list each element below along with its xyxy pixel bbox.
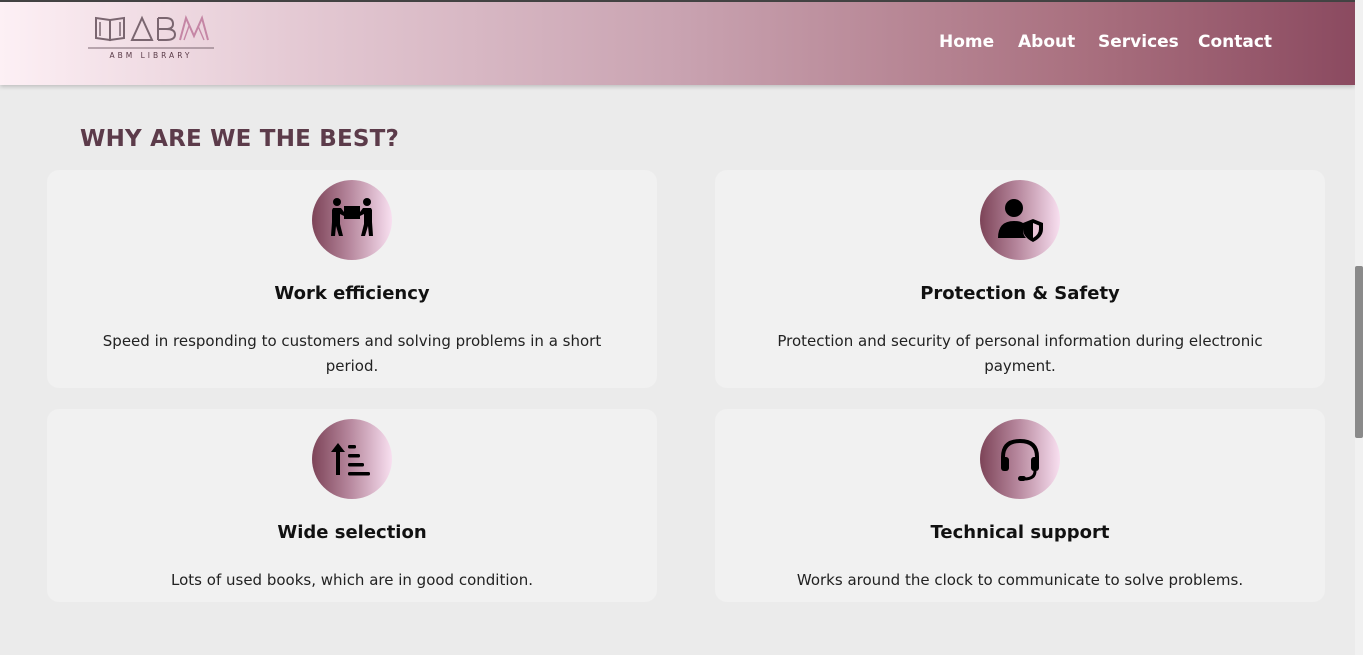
user-shield-icon	[998, 199, 1043, 242]
feature-title: Wide selection	[277, 522, 427, 543]
feature-description: Protection and security of personal info…	[777, 332, 1263, 375]
feature-card-technical-support: Technical support Works around the clock…	[715, 409, 1325, 602]
feature-description: Works around the clock to communicate to…	[796, 571, 1244, 589]
feature-icon-circle	[980, 419, 1060, 499]
scrollbar-thumb[interactable]	[1355, 266, 1363, 438]
section-title: WHY ARE WE THE BEST?	[80, 126, 400, 152]
nav-home-link[interactable]: Home	[939, 32, 994, 52]
headset-icon	[1001, 438, 1039, 481]
nav-about-link[interactable]: About	[1018, 32, 1075, 52]
feature-icon-circle	[980, 180, 1060, 260]
nav-services-link[interactable]: Services	[1098, 32, 1179, 52]
navbar: ABM LIBRARY Home About Services Contact	[0, 2, 1355, 85]
feature-card-wide-selection: Wide selection Lots of used books, which…	[47, 409, 657, 602]
feature-card-work-efficiency: Work efficiency Speed in responding to c…	[47, 170, 657, 388]
feature-description: Speed in responding to customers and sol…	[102, 332, 602, 375]
feature-icon-circle	[312, 419, 392, 499]
logo-subtitle: ABM LIBRARY	[109, 51, 193, 60]
feature-card-protection-safety: Protection & Safety Protection and secur…	[715, 170, 1325, 388]
feature-title: Technical support	[930, 522, 1110, 543]
feature-description: Lots of used books, which are in good co…	[171, 571, 533, 589]
nav-contact-link[interactable]: Contact	[1198, 32, 1272, 52]
sort-ascending-list-icon	[331, 443, 370, 476]
people-carrying-box-icon	[331, 198, 373, 236]
feature-title: Protection & Safety	[920, 283, 1120, 304]
feature-icon-circle	[312, 180, 392, 260]
feature-title: Work efficiency	[274, 283, 430, 304]
